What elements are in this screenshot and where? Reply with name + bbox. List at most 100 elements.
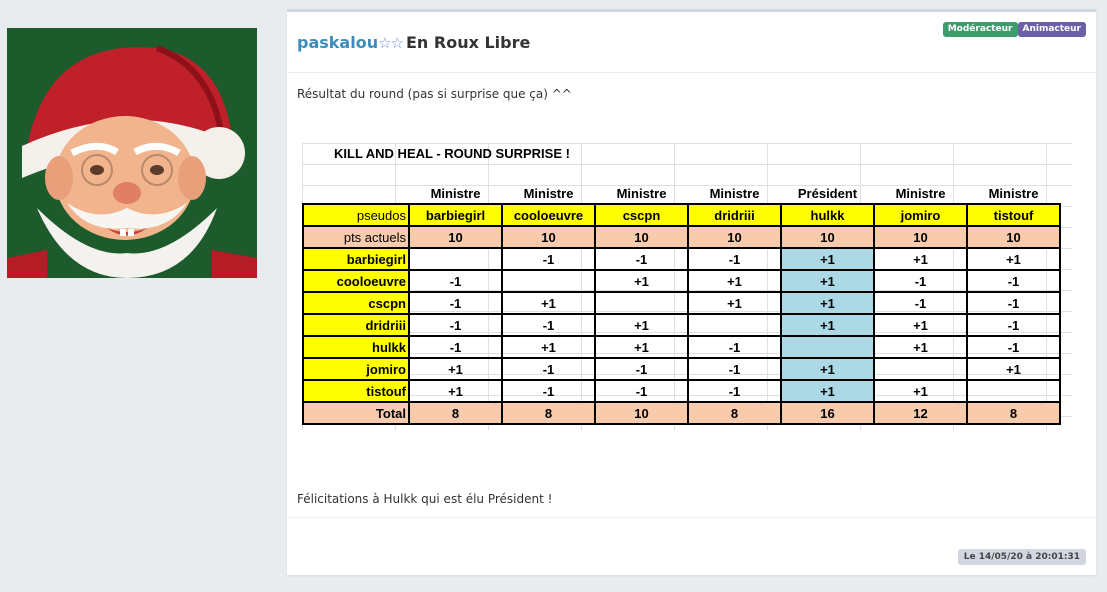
score-table: KILL AND HEAL - ROUND SURPRISE ! Ministr… (302, 143, 1061, 425)
role-header: Ministre (523, 185, 574, 201)
vote-cell: +1 (966, 247, 1061, 271)
spreadsheet-image: KILL AND HEAL - ROUND SURPRISE ! Ministr… (302, 143, 1072, 430)
role-header: Président (797, 185, 858, 201)
post-author: paskalou☆☆ En Roux Libre (297, 33, 530, 52)
pts-cell: 10 (501, 225, 596, 249)
vote-cell: +1 (780, 291, 875, 315)
total-cell: 8 (408, 401, 503, 425)
total-cell: 8 (687, 401, 782, 425)
vote-cell: +1 (594, 269, 689, 293)
vote-cell: -1 (408, 291, 503, 315)
vote-cell: -1 (873, 269, 968, 293)
role-header: Ministre (988, 185, 1039, 201)
vote-cell: +1 (501, 335, 596, 359)
total-label: Total (302, 401, 410, 425)
vote-cell: +1 (501, 291, 596, 315)
vote-cell: +1 (408, 379, 503, 403)
vote-cell: +1 (873, 335, 968, 359)
vote-cell: -1 (501, 313, 596, 337)
vote-cell: -1 (594, 357, 689, 381)
pts-cell: 10 (780, 225, 875, 249)
player-header: dridriii (687, 203, 782, 227)
vote-cell: -1 (966, 269, 1061, 293)
vote-cell (966, 379, 1061, 403)
vote-cell: -1 (687, 335, 782, 359)
vote-cell (594, 291, 689, 315)
vote-cell: -1 (966, 335, 1061, 359)
vote-cell: -1 (408, 335, 503, 359)
vote-cell: -1 (966, 291, 1061, 315)
vote-cell: +1 (594, 313, 689, 337)
row-player-label: cooloeuvre (302, 269, 410, 293)
pts-cell: 10 (873, 225, 968, 249)
vote-cell: -1 (966, 313, 1061, 337)
vote-cell (501, 269, 596, 293)
vote-cell: +1 (780, 379, 875, 403)
vote-cell: -1 (594, 379, 689, 403)
vote-cell (408, 247, 503, 271)
post-card: paskalou☆☆ En Roux Libre Modéracteur Anim… (287, 9, 1096, 575)
row-player-label: dridriii (302, 313, 410, 337)
vote-cell (873, 357, 968, 381)
vote-cell: -1 (408, 269, 503, 293)
vote-cell: -1 (687, 247, 782, 271)
player-header: hulkk (780, 203, 875, 227)
author-group: En Roux Libre (405, 33, 531, 52)
vote-cell: +1 (966, 357, 1061, 381)
player-header: jomiro (873, 203, 968, 227)
row-player-label: barbiegirl (302, 247, 410, 271)
badge-moderator: Modéracteur (942, 22, 1018, 37)
vote-cell: -1 (501, 357, 596, 381)
pts-label: pts actuels (302, 225, 410, 249)
total-cell: 8 (501, 401, 596, 425)
pts-cell: 10 (408, 225, 503, 249)
vote-cell (687, 313, 782, 337)
vote-cell: -1 (687, 379, 782, 403)
role-header: Ministre (895, 185, 946, 201)
vote-cell: +1 (687, 269, 782, 293)
badge-animator: Animacteur (1017, 22, 1086, 37)
post-text-outro: Félicitations à Hulkk qui est élu Présid… (297, 492, 553, 506)
vote-cell: +1 (873, 313, 968, 337)
vote-cell: +1 (408, 357, 503, 381)
vote-cell: -1 (408, 313, 503, 337)
post-header: paskalou☆☆ En Roux Libre Modéracteur Anim… (287, 12, 1096, 73)
player-header: barbiegirl (408, 203, 503, 227)
vote-cell: +1 (594, 335, 689, 359)
vote-cell: -1 (501, 247, 596, 271)
vote-cell: +1 (780, 269, 875, 293)
total-cell: 10 (594, 401, 689, 425)
post-date[interactable]: Le 14/05/20 à 20:01:31 (957, 549, 1086, 565)
sheet-title: KILL AND HEAL - ROUND SURPRISE ! (334, 145, 570, 161)
avatar[interactable] (7, 28, 257, 278)
player-header: cscpn (594, 203, 689, 227)
pts-cell: 10 (966, 225, 1061, 249)
post-text-intro: Résultat du round (pas si surprise que ç… (297, 87, 572, 101)
vote-cell: -1 (687, 357, 782, 381)
role-header: Ministre (430, 185, 481, 201)
pseudos-label: pseudos (302, 203, 410, 227)
total-cell: 16 (780, 401, 875, 425)
footer-divider (287, 517, 1096, 518)
total-cell: 12 (873, 401, 968, 425)
pts-cell: 10 (687, 225, 782, 249)
role-header: Ministre (709, 185, 760, 201)
author-name[interactable]: paskalou (297, 33, 378, 52)
player-header: tistouf (966, 203, 1061, 227)
vote-cell: +1 (687, 291, 782, 315)
vote-cell (780, 335, 875, 359)
vote-cell: -1 (873, 291, 968, 315)
row-player-label: hulkk (302, 335, 410, 359)
total-cell: 8 (966, 401, 1061, 425)
pts-cell: 10 (594, 225, 689, 249)
row-player-label: tistouf (302, 379, 410, 403)
vote-cell: -1 (594, 247, 689, 271)
vote-cell: +1 (780, 357, 875, 381)
vote-cell: +1 (780, 313, 875, 337)
vote-cell: +1 (873, 379, 968, 403)
row-player-label: cscpn (302, 291, 410, 315)
player-header: cooloeuvre (501, 203, 596, 227)
role-header: Ministre (616, 185, 667, 201)
row-player-label: jomiro (302, 357, 410, 381)
rank-stars-icon: ☆☆ (378, 34, 404, 52)
